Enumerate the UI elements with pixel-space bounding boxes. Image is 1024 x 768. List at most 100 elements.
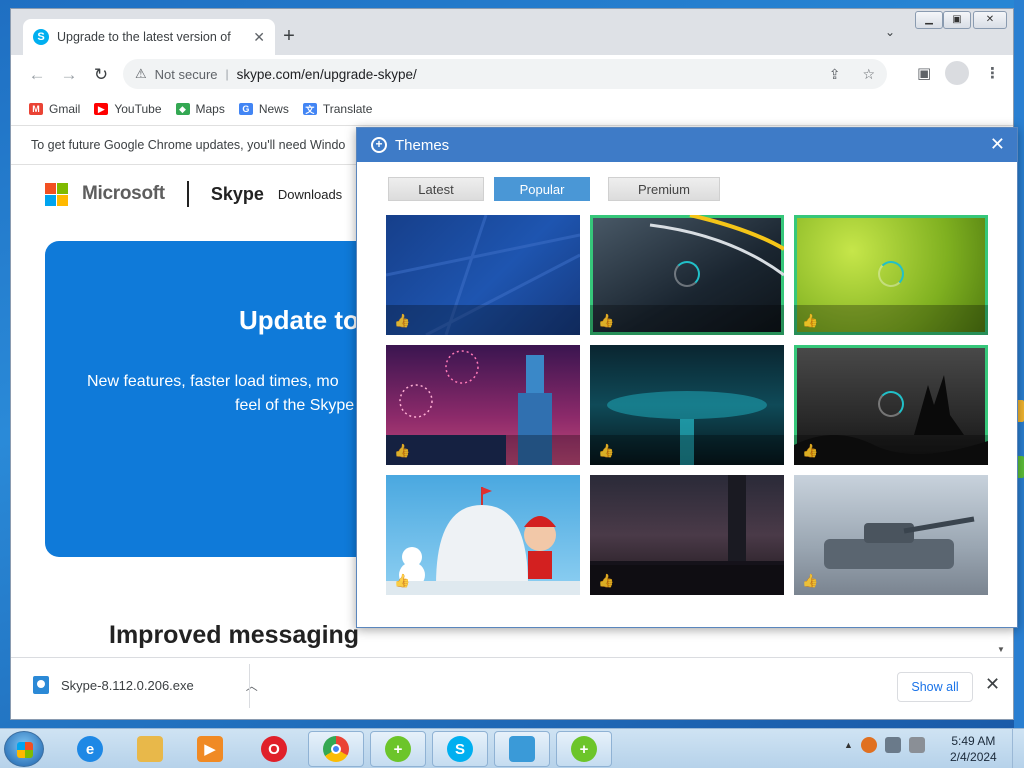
hero-text-line: New features, faster load times, mo: [87, 373, 339, 390]
theme-thumbnail-concert-crowd[interactable]: 👍: [794, 345, 988, 465]
tab-premium[interactable]: Premium: [608, 177, 720, 201]
skype-brand[interactable]: Skype: [211, 184, 264, 205]
download-separator: [249, 664, 250, 708]
taskbar-internet-explorer[interactable]: e: [62, 731, 118, 767]
download-bar-close-icon[interactable]: ✕: [985, 674, 1000, 695]
theme-thumbnail-green-meadow[interactable]: 👍: [794, 215, 988, 335]
download-file-name[interactable]: Skype-8.112.0.206.exe: [61, 678, 194, 693]
theme-thumbnail-blue-lines[interactable]: 👍: [386, 215, 580, 335]
security-label: Not secure: [154, 66, 218, 82]
tray-app-icon[interactable]: [860, 737, 877, 753]
clock-time: 5:49 AM: [951, 734, 996, 748]
address-bar[interactable]: ⚠ Not secure | skype.com/en/upgrade-skyp…: [123, 59, 887, 89]
theme-thumbnail-dark-road[interactable]: 👍: [590, 215, 784, 335]
show-desktop-button[interactable]: [1012, 729, 1024, 768]
download-bar: Skype-8.112.0.206.exe ︿ Show all ✕: [11, 657, 1013, 719]
themes-titlebar[interactable]: + Themes ✕: [357, 128, 1017, 162]
loading-spinner-icon: [878, 391, 904, 417]
thumbs-up-icon[interactable]: 👍: [598, 313, 614, 329]
side-panel-icon[interactable]: ▣: [917, 64, 931, 82]
thumbs-up-icon[interactable]: 👍: [394, 443, 410, 459]
loading-spinner-icon: [674, 261, 700, 287]
tab-popular[interactable]: Popular: [494, 177, 590, 201]
hero-text-line: feel of the Skype: [235, 397, 355, 414]
close-window-button[interactable]: ✕: [973, 11, 1007, 29]
thumbs-up-icon[interactable]: 👍: [802, 313, 818, 329]
start-button[interactable]: [4, 731, 44, 767]
themes-close-icon[interactable]: ✕: [990, 134, 1005, 155]
themes-title: Themes: [395, 136, 450, 154]
theme-thumbnail-teal-city[interactable]: 👍: [590, 345, 784, 465]
youtube-icon: ▶: [94, 103, 109, 115]
scroll-down-arrow-icon[interactable]: ▼: [997, 645, 1005, 654]
theme-thumbnail-fireworks-tower[interactable]: 👍: [386, 345, 580, 465]
taskbar-folder-app[interactable]: [494, 731, 550, 767]
themes-plus-icon: +: [371, 137, 387, 153]
omnibox-separator: |: [225, 67, 229, 81]
bookmark-news[interactable]: G News: [238, 102, 289, 116]
tab-close-icon[interactable]: ✕: [253, 29, 265, 46]
thumbs-up-icon[interactable]: 👍: [598, 443, 614, 459]
thumbnail-art: [386, 487, 580, 595]
bookmark-translate[interactable]: 文 Translate: [302, 102, 373, 116]
volume-muted-icon[interactable]: [908, 737, 925, 753]
taskbar-app-green-plus[interactable]: +: [370, 731, 426, 767]
chevron-up-icon[interactable]: ︿: [246, 677, 258, 694]
thumbnail-overlay: [794, 435, 988, 465]
tab-latest[interactable]: Latest: [388, 177, 484, 201]
opera-icon: O: [261, 736, 287, 762]
themes-grid: 👍 👍 👍 👍 👍 👍 👍 👍 👍: [386, 215, 990, 595]
bookmark-youtube[interactable]: ▶ YouTube: [94, 102, 162, 116]
bookmark-label: Maps: [195, 102, 225, 116]
thumbs-up-icon[interactable]: 👍: [598, 573, 614, 589]
microsoft-logo-icon: [45, 182, 68, 206]
themes-dialog: + Themes ✕ Latest Popular Premium 👍 👍 👍: [356, 127, 1018, 628]
maximize-button[interactable]: ▣: [943, 11, 971, 29]
browser-toolbar: ← → ↻ ⚠ Not secure | skype.com/en/upgrad…: [11, 55, 1013, 95]
bookmark-star-icon[interactable]: ☆: [862, 66, 875, 83]
new-tab-button[interactable]: +: [275, 23, 303, 51]
thumbs-up-icon[interactable]: 👍: [802, 443, 818, 459]
taskbar-media-player[interactable]: ▶: [182, 731, 238, 767]
tab-search-chevron-icon[interactable]: ⌄: [885, 25, 895, 39]
bookmark-gmail[interactable]: M Gmail: [29, 102, 80, 116]
news-icon: G: [238, 103, 253, 115]
profile-avatar-icon[interactable]: [945, 61, 969, 85]
microsoft-brand[interactable]: Microsoft: [82, 183, 165, 205]
taskbar-clock[interactable]: 5:49 AM 2/4/2024: [950, 733, 997, 765]
browser-tab[interactable]: S Upgrade to the latest version of ✕: [23, 19, 275, 55]
downloads-link[interactable]: Downloads: [278, 187, 342, 202]
thumbnail-overlay: [386, 305, 580, 335]
reload-icon[interactable]: ↻: [89, 63, 113, 87]
url-text[interactable]: skype.com/en/upgrade-skype/: [237, 67, 821, 82]
theme-thumbnail-snowman-igloo[interactable]: 👍: [386, 475, 580, 595]
thumbs-up-icon[interactable]: 👍: [802, 573, 818, 589]
theme-thumbnail-night-skyline[interactable]: 👍: [590, 475, 784, 595]
taskbar-skype[interactable]: S: [432, 731, 488, 767]
bookmark-maps[interactable]: ◆ Maps: [175, 102, 225, 116]
share-icon[interactable]: ⇪: [829, 66, 841, 83]
windows-taskbar: e ▶ O + S + ▲ 5:49 AM 2/4/2024: [0, 728, 1024, 768]
show-all-button[interactable]: Show all: [897, 672, 973, 702]
skype-icon: S: [447, 736, 473, 762]
taskbar-file-explorer[interactable]: [122, 731, 178, 767]
media-player-icon: ▶: [197, 736, 223, 762]
bookmark-label: Translate: [322, 102, 373, 116]
bookmark-label: News: [258, 102, 289, 116]
network-icon[interactable]: [884, 737, 901, 753]
bookmark-label: Gmail: [49, 102, 81, 116]
download-item[interactable]: Skype-8.112.0.206.exe ︿: [33, 676, 258, 694]
thumbs-up-icon[interactable]: 👍: [394, 313, 410, 329]
taskbar-chrome[interactable]: [308, 731, 364, 767]
tray-expand-icon[interactable]: ▲: [844, 740, 853, 750]
back-arrow-icon[interactable]: ←: [25, 63, 49, 87]
menu-kebab-icon[interactable]: ⋮: [985, 64, 1000, 82]
forward-arrow-icon[interactable]: →: [57, 63, 81, 87]
thumbnail-art: [824, 516, 975, 569]
thumbs-up-icon[interactable]: 👍: [394, 573, 410, 589]
theme-thumbnail-tank[interactable]: 👍: [794, 475, 988, 595]
taskbar-app-green-plus-2[interactable]: +: [556, 731, 612, 767]
minimize-button[interactable]: ▁: [915, 11, 943, 29]
taskbar-opera[interactable]: O: [246, 731, 302, 767]
bookmark-label: YouTube: [114, 102, 162, 116]
